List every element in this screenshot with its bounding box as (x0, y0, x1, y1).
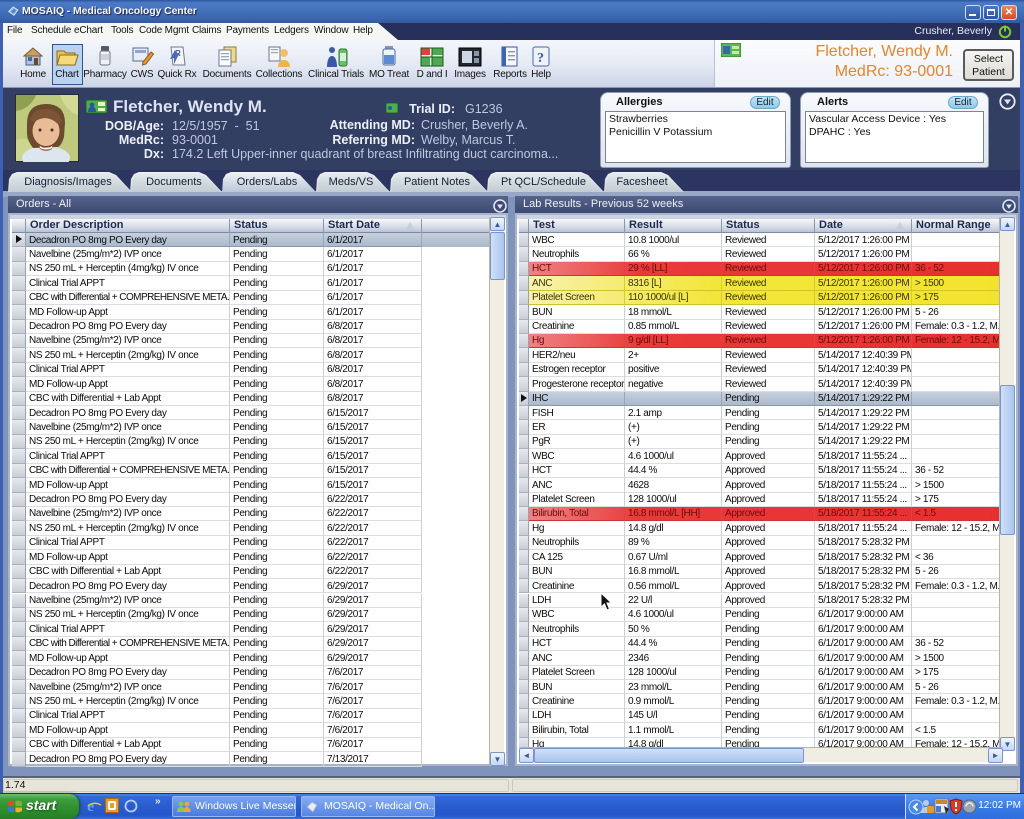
svg-text:?: ? (537, 51, 544, 66)
